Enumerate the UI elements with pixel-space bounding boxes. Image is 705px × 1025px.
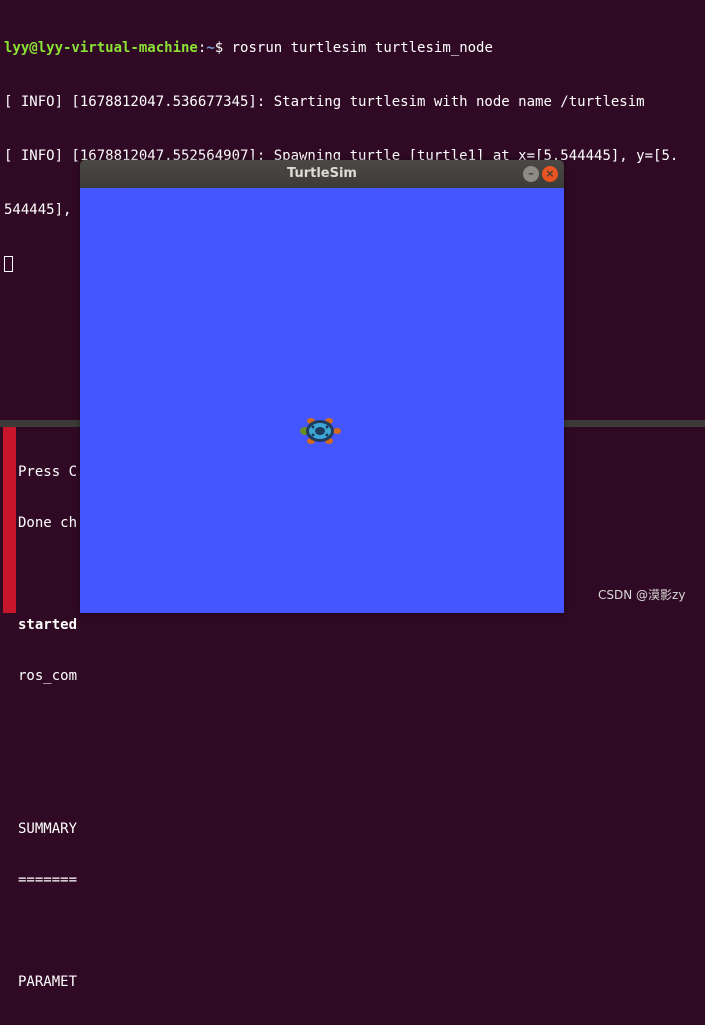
prompt-line: lyy@lyy-virtual-machine:~$ rosrun turtle… xyxy=(4,39,705,57)
minimize-button[interactable]: – xyxy=(523,166,539,182)
prompt-symbol: $ xyxy=(214,40,224,56)
terminal-output-line: started xyxy=(18,617,78,633)
terminal-bottom-text: Press C Done ch started ros_com SUMMARY … xyxy=(18,430,77,1025)
terminal-cursor xyxy=(4,256,13,272)
terminal-output-line: SUMMARY xyxy=(18,821,78,837)
terminal-accent-bar xyxy=(3,427,16,613)
terminal-output-line: Done ch xyxy=(18,515,78,531)
turtlesim-window[interactable]: TurtleSim – × xyxy=(80,160,564,613)
terminal-output-line: [ INFO] [1678812047.536677345]: Starting… xyxy=(4,94,645,110)
window-title: TurtleSim xyxy=(287,166,357,181)
turtle-icon xyxy=(300,418,341,444)
window-titlebar[interactable]: TurtleSim – × xyxy=(80,160,564,188)
turtlesim-canvas xyxy=(80,188,564,613)
terminal-output-line: ros_com xyxy=(18,668,78,684)
close-button[interactable]: × xyxy=(542,166,558,182)
prompt-path: ~ xyxy=(206,40,215,56)
terminal-output-line: Press C xyxy=(18,464,78,480)
terminal-output-line: PARAMET xyxy=(18,974,78,990)
prompt-command: rosrun turtlesim turtlesim_node xyxy=(231,40,493,56)
terminal-output-line: ======= xyxy=(18,872,78,888)
watermark: CSDN @漠影zy xyxy=(598,588,686,602)
prompt-user: lyy@lyy-virtual-machine xyxy=(4,40,198,56)
